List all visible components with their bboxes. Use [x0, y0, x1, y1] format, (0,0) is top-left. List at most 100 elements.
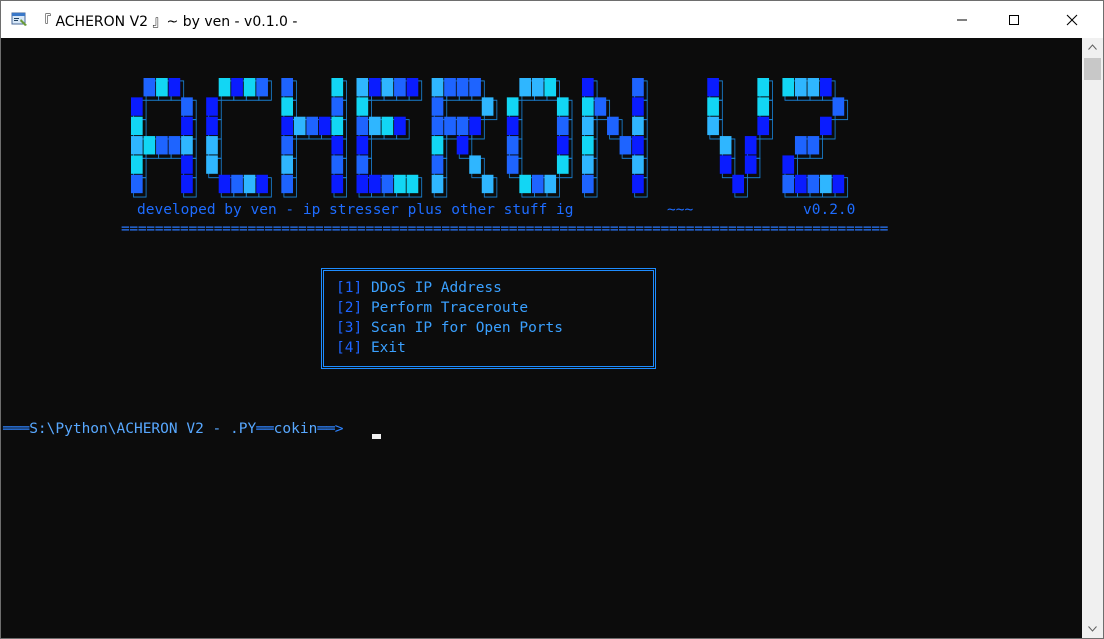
scroll-up-button[interactable]: [1082, 38, 1103, 56]
logo-block: [632, 78, 644, 97]
logo-block: [143, 78, 156, 97]
version-label: v0.2.0: [803, 202, 856, 218]
logo-block: [581, 136, 594, 155]
logo-block: [394, 174, 406, 194]
logo-block: [469, 116, 481, 136]
logo-block: [431, 136, 444, 155]
scroll-thumb[interactable]: [1084, 58, 1101, 80]
window-title: 『 ACHERON V2 』~ by ven - v0.1.0 -: [37, 14, 298, 30]
close-icon: [1066, 14, 1078, 25]
text-cursor[interactable]: [372, 434, 381, 439]
menu-item-exit: [4] Exit: [336, 340, 406, 356]
logo-block: [506, 97, 519, 116]
logo-block: [794, 136, 807, 155]
close-button[interactable]: [1049, 1, 1095, 38]
logo-block: [794, 174, 807, 194]
menu-item-traceroute: [2] Perform Traceroute: [336, 300, 529, 316]
logo-block: [832, 97, 845, 116]
console-output[interactable]: developed by ven - ip stresser plus othe…: [1, 38, 1082, 638]
logo-block: [131, 155, 143, 174]
logo-block: [406, 78, 419, 97]
logo-block: [632, 136, 644, 155]
chevron-down-icon: [1088, 626, 1097, 632]
logo-block: [456, 116, 469, 136]
logo-block: [356, 174, 369, 194]
logo-block: [757, 78, 770, 97]
logo-block: [331, 174, 344, 194]
logo-block: [744, 155, 757, 174]
logo-block: [519, 174, 532, 194]
logo-block: [218, 174, 231, 194]
logo-block: [581, 155, 594, 174]
logo-block: [281, 116, 294, 136]
command-prompt: ═══S:\Python\ACHERON V2 - .PY══cokin══>: [3, 421, 344, 437]
logo-block: [143, 136, 156, 155]
chevron-up-icon: [1088, 44, 1097, 50]
logo-block: [206, 136, 218, 155]
logo-block: [181, 116, 193, 136]
logo-block: [431, 97, 444, 116]
logo-block: [131, 174, 143, 194]
logo-block: [581, 97, 594, 116]
logo-block: [281, 155, 294, 174]
logo-block: [719, 155, 732, 174]
logo-block: [156, 136, 168, 155]
logo-block: [431, 78, 444, 97]
logo-block: [206, 97, 218, 116]
acheron-v2-logo: [131, 78, 849, 198]
logo-block: [331, 136, 344, 155]
logo-block: [431, 155, 444, 174]
logo-block: [168, 78, 181, 97]
logo-block: [707, 78, 719, 97]
logo-block: [431, 116, 444, 136]
logo-block: [519, 78, 532, 97]
prompt-path: S:\Python\ACHERON V2 - .PY: [29, 421, 257, 437]
logo-block: [131, 136, 143, 155]
logo-block: [607, 116, 619, 136]
logo-block: [556, 116, 569, 136]
logo-block: [481, 174, 494, 194]
logo-block: [807, 78, 820, 97]
maximize-button[interactable]: [991, 1, 1037, 38]
logo-block: [506, 155, 519, 174]
logo-block: [394, 78, 406, 97]
logo-block: [331, 97, 344, 116]
logo-block: [181, 155, 193, 174]
logo-block: [531, 78, 544, 97]
logo-block: [832, 174, 845, 194]
logo-block: [581, 78, 594, 97]
logo-block: [131, 97, 143, 116]
logo-block: [594, 97, 607, 116]
logo-block: [218, 78, 231, 97]
tagline: developed by ven - ip stresser plus othe…: [137, 202, 574, 218]
logo-block: [456, 136, 469, 155]
logo-block: [456, 78, 469, 97]
logo-block: [381, 174, 394, 194]
minimize-button[interactable]: [939, 1, 985, 38]
logo-block: [381, 78, 394, 97]
logo-block: [281, 97, 294, 116]
logo-block: [431, 174, 444, 194]
logo-block: [782, 155, 795, 174]
title-bar[interactable]: 『 ACHERON V2 』~ by ven - v0.1.0 -: [1, 1, 1103, 38]
logo-block: [581, 116, 594, 136]
logo-block: [394, 116, 406, 136]
logo-block: [243, 78, 256, 97]
logo-block: [181, 97, 193, 116]
logo-block: [131, 116, 143, 136]
vertical-scrollbar[interactable]: [1082, 38, 1103, 638]
scroll-down-button[interactable]: [1082, 620, 1103, 638]
prompt-user: cokin: [273, 421, 318, 437]
logo-block: [281, 136, 294, 155]
logo-block: [619, 136, 632, 155]
logo-block: [820, 116, 832, 136]
logo-block: [744, 136, 757, 155]
logo-block: [356, 78, 369, 97]
logo-block: [168, 136, 181, 155]
menu-item-ddos: [1] DDoS IP Address: [336, 280, 502, 296]
logo-block: [293, 116, 306, 136]
logo-block: [256, 78, 268, 97]
logo-block: [544, 78, 557, 97]
logo-block: [356, 136, 369, 155]
logo-block: [331, 78, 344, 97]
